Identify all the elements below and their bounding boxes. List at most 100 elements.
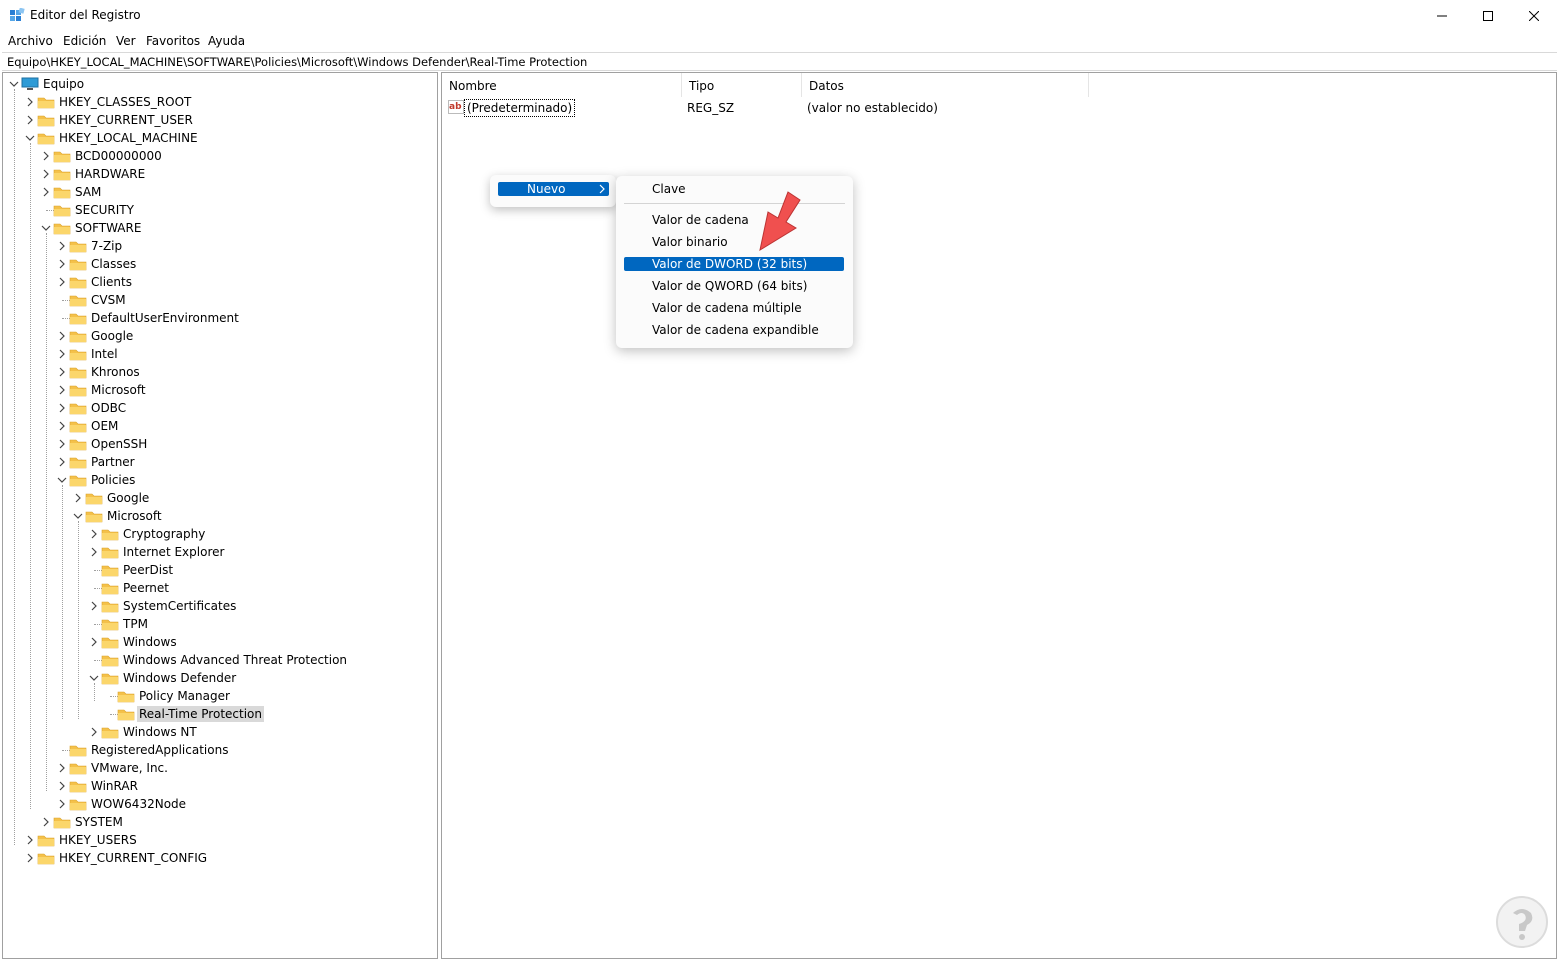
tree-item[interactable]: HKEY_CURRENT_USER (3, 111, 437, 129)
chevron-right-icon[interactable] (24, 834, 36, 846)
menu-edicion[interactable]: Edición (63, 34, 106, 48)
tree-item-label: Peernet (123, 581, 169, 595)
tree-item[interactable]: Classes (3, 255, 437, 273)
tree-item[interactable]: Google (3, 489, 437, 507)
chevron-right-icon[interactable] (88, 546, 100, 558)
chevron-right-icon[interactable] (40, 186, 52, 198)
tree-item[interactable]: TPM (3, 615, 437, 633)
chevron-right-icon[interactable] (88, 726, 100, 738)
chevron-right-icon[interactable] (40, 150, 52, 162)
tree-item[interactable]: Windows (3, 633, 437, 651)
chevron-right-icon[interactable] (56, 762, 68, 774)
tree-item[interactable]: PeerDist (3, 561, 437, 579)
column-header-datos[interactable]: Datos (802, 73, 1089, 97)
tree-item[interactable]: CVSM (3, 291, 437, 309)
submenu-item-valor-cadena[interactable]: Valor de cadena (624, 213, 844, 227)
tree-item[interactable]: Google (3, 327, 437, 345)
chevron-right-icon[interactable] (56, 348, 68, 360)
tree-item[interactable]: SystemCertificates (3, 597, 437, 615)
tree-item[interactable]: Windows NT (3, 723, 437, 741)
close-button[interactable] (1511, 0, 1557, 31)
tree-item[interactable]: RegisteredApplications (3, 741, 437, 759)
tree-item[interactable]: Microsoft (3, 507, 437, 525)
submenu-item-label: Valor de cadena múltiple (652, 301, 802, 315)
tree-item[interactable]: HKEY_USERS (3, 831, 437, 849)
chevron-right-icon[interactable] (56, 384, 68, 396)
menu-archivo[interactable]: Archivo (8, 34, 53, 48)
chevron-right-icon[interactable] (88, 636, 100, 648)
chevron-right-icon[interactable] (56, 456, 68, 468)
tree-item[interactable]: DefaultUserEnvironment (3, 309, 437, 327)
tree-item[interactable]: Cryptography (3, 525, 437, 543)
chevron-right-icon[interactable] (72, 492, 84, 504)
value-name[interactable]: (Predeterminado) (464, 99, 576, 117)
tree-item[interactable]: SYSTEM (3, 813, 437, 831)
tree-item[interactable]: WinRAR (3, 777, 437, 795)
chevron-right-icon[interactable] (56, 366, 68, 378)
address-bar[interactable]: Equipo\HKEY_LOCAL_MACHINE\SOFTWARE\Polic… (2, 52, 1557, 71)
address-path[interactable]: Equipo\HKEY_LOCAL_MACHINE\SOFTWARE\Polic… (7, 55, 587, 69)
menu-favoritos[interactable]: Favoritos (146, 34, 200, 48)
tree-item[interactable]: Policy Manager (3, 687, 437, 705)
column-header-nombre[interactable]: Nombre (442, 73, 682, 97)
submenu-item-valor-qword[interactable]: Valor de QWORD (64 bits) (624, 279, 844, 293)
menu-ayuda[interactable]: Ayuda (208, 34, 245, 48)
submenu-item-valor-dword[interactable]: Valor de DWORD (32 bits) (624, 257, 844, 271)
tree-item[interactable]: Intel (3, 345, 437, 363)
chevron-right-icon[interactable] (40, 168, 52, 180)
tree-item[interactable]: OpenSSH (3, 435, 437, 453)
tree-item[interactable]: Peernet (3, 579, 437, 597)
minimize-button[interactable] (1419, 0, 1465, 31)
chevron-right-icon[interactable] (56, 420, 68, 432)
chevron-right-icon[interactable] (24, 852, 36, 864)
chevron-right-icon[interactable] (40, 816, 52, 828)
tree-item[interactable]: Khronos (3, 363, 437, 381)
tree-item[interactable]: Internet Explorer (3, 543, 437, 561)
chevron-right-icon[interactable] (24, 114, 36, 126)
submenu-item-valor-cadena-multiple[interactable]: Valor de cadena múltiple (624, 301, 844, 315)
tree-item[interactable]: BCD00000000 (3, 147, 437, 165)
submenu-item-valor-binario[interactable]: Valor binario (624, 235, 844, 249)
tree-item[interactable]: Real-Time Protection (3, 705, 437, 723)
tree-item[interactable]: SAM (3, 183, 437, 201)
tree-item[interactable]: 7-Zip (3, 237, 437, 255)
tree-item[interactable]: VMware, Inc. (3, 759, 437, 777)
chevron-right-icon[interactable] (56, 330, 68, 342)
tree-item[interactable]: HKEY_LOCAL_MACHINE (3, 129, 437, 147)
tree-item[interactable]: HKEY_CLASSES_ROOT (3, 93, 437, 111)
tree-item[interactable]: Windows Defender (3, 669, 437, 687)
chevron-right-icon[interactable] (88, 600, 100, 612)
tree-item[interactable]: WOW6432Node (3, 795, 437, 813)
chevron-right-icon[interactable] (56, 402, 68, 414)
chevron-right-icon[interactable] (56, 240, 68, 252)
chevron-right-icon[interactable] (24, 96, 36, 108)
value-row[interactable]: ab (Predeterminado) REG_SZ (valor no est… (442, 99, 1556, 119)
tree-item[interactable]: OEM (3, 417, 437, 435)
registry-tree[interactable]: Equipo HKEY_CLASSES_ROOT HKEY_CURRENT_USER… (2, 72, 438, 959)
tree-item[interactable]: Partner (3, 453, 437, 471)
tree-item[interactable]: HARDWARE (3, 165, 437, 183)
chevron-right-icon[interactable] (56, 798, 68, 810)
tree-item[interactable]: SECURITY (3, 201, 437, 219)
tree-item[interactable]: Policies (3, 471, 437, 489)
tree-item[interactable]: SOFTWARE (3, 219, 437, 237)
submenu-item-valor-cadena-expandible[interactable]: Valor de cadena expandible (624, 323, 844, 337)
submenu-item-clave[interactable]: Clave (624, 182, 844, 196)
tree-item[interactable]: ODBC (3, 399, 437, 417)
chevron-right-icon[interactable] (56, 438, 68, 450)
chevron-right-icon[interactable] (56, 258, 68, 270)
tree-item[interactable]: Clients (3, 273, 437, 291)
chevron-right-icon[interactable] (56, 780, 68, 792)
column-header-tipo[interactable]: Tipo (682, 73, 802, 97)
tree-item[interactable]: Microsoft (3, 381, 437, 399)
folder-icon (69, 475, 87, 487)
maximize-button[interactable] (1465, 0, 1511, 31)
chevron-right-icon[interactable] (56, 276, 68, 288)
menu-ver[interactable]: Ver (116, 34, 136, 48)
tree-item[interactable]: HKEY_CURRENT_CONFIG (3, 849, 437, 867)
menu-item-nuevo[interactable]: Nuevo (498, 182, 609, 196)
tree-item[interactable]: Windows Advanced Threat Protection (3, 651, 437, 669)
chevron-right-icon[interactable] (88, 528, 100, 540)
submenu-item-label: Valor de QWORD (64 bits) (652, 279, 808, 293)
tree-item-equipo[interactable]: Equipo (3, 75, 437, 93)
